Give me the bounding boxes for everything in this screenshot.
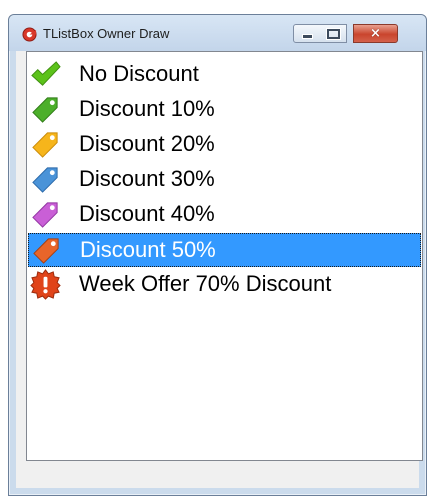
list-item-label: Discount 20% bbox=[79, 131, 215, 156]
list-item-label: Discount 50% bbox=[80, 237, 216, 262]
list-item-discount-20[interactable]: Discount 20% bbox=[28, 128, 421, 162]
list-item-no-discount[interactable]: No Discount bbox=[28, 58, 421, 92]
title-bar[interactable]: TListBox Owner Draw × bbox=[9, 15, 426, 51]
yellow-tag-icon bbox=[32, 132, 58, 158]
blue-tag-icon bbox=[32, 167, 58, 193]
purple-tag-icon bbox=[32, 202, 58, 228]
maximize-button[interactable] bbox=[320, 24, 347, 43]
minimize-button[interactable] bbox=[293, 24, 321, 43]
list-item-label: Discount 30% bbox=[79, 166, 215, 191]
list-item-week-offer[interactable]: Week Offer 70% Discount bbox=[28, 268, 421, 302]
close-icon: × bbox=[370, 26, 381, 41]
list-item-discount-30[interactable]: Discount 30% bbox=[28, 163, 421, 197]
exclamation-badge-icon bbox=[30, 269, 61, 300]
minimize-icon bbox=[301, 33, 313, 39]
list-item-label: Discount 10% bbox=[79, 96, 215, 121]
list-item-label: No Discount bbox=[79, 61, 199, 86]
list-item-discount-50[interactable]: Discount 50% bbox=[28, 233, 421, 267]
window-title: TListBox Owner Draw bbox=[43, 26, 170, 41]
list-item-label: Discount 40% bbox=[79, 201, 215, 226]
list-item-label: Week Offer 70% Discount bbox=[79, 271, 332, 296]
maximize-icon bbox=[326, 28, 340, 39]
green-tag-icon bbox=[32, 97, 58, 123]
green-checkmark-icon bbox=[31, 61, 61, 86]
list-item-discount-10[interactable]: Discount 10% bbox=[28, 93, 421, 127]
close-button[interactable]: × bbox=[353, 24, 398, 43]
list-item-discount-40[interactable]: Discount 40% bbox=[28, 198, 421, 232]
orange-tag-icon bbox=[33, 238, 59, 264]
discount-listbox[interactable]: No Discount Discount 10% Discount 20% Di… bbox=[26, 51, 423, 461]
app-logo-icon bbox=[22, 27, 37, 42]
